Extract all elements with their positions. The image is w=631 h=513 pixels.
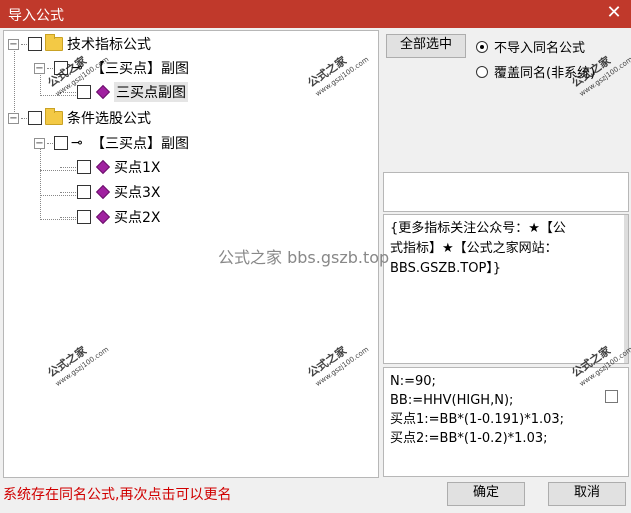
title-bar: 导入公式 ✕ <box>0 0 631 28</box>
code-line: 买点2:=BB*(1-0.2)*1.03; <box>390 431 548 446</box>
formula-diamond-icon <box>95 209 111 225</box>
description-line: {更多指标关注公众号：★【公 <box>390 221 566 236</box>
window-title: 导入公式 <box>8 8 64 24</box>
code-line: BB:=HHV(HIGH,N); <box>390 393 514 408</box>
collapse-icon[interactable]: − <box>8 112 19 124</box>
empty-panel <box>383 172 629 212</box>
status-message: 系统存在同名公式,再次点击可以更名 <box>3 487 232 503</box>
tree-node-label: 买点1X <box>114 160 161 176</box>
radio-unselected[interactable] <box>476 65 488 78</box>
checkbox[interactable] <box>28 37 42 51</box>
formula-diamond-icon <box>95 84 111 100</box>
tree-node-buy2[interactable]: 买点2X <box>60 207 161 227</box>
formula-diamond-icon <box>95 184 111 200</box>
description-line: BBS.GSZB.TOP】} <box>390 261 502 276</box>
tree-node-tech-indicator[interactable]: − 技术指标公式 <box>8 34 151 54</box>
folder-icon <box>45 108 63 125</box>
no-import-same-name-option[interactable]: 不导入同名公式 <box>476 37 585 56</box>
tree-node-label: 条件选股公式 <box>67 111 151 127</box>
tree-node-stock-selection[interactable]: − 条件选股公式 <box>8 108 151 128</box>
cancel-button[interactable]: 取消 <box>548 482 626 506</box>
checkbox[interactable] <box>28 111 42 125</box>
tree-node-label: 买点3X <box>114 185 161 201</box>
tree-node-label: 【三买点】副图 <box>91 136 189 152</box>
select-all-button[interactable]: 全部选中 <box>386 34 466 58</box>
code-checkbox[interactable] <box>605 390 618 403</box>
checkbox[interactable] <box>54 136 68 150</box>
description-line: 式指标】★【公式之家网站： <box>390 241 558 256</box>
formula-diamond-icon <box>95 159 111 175</box>
formula-description: {更多指标关注公众号：★【公 式指标】★【公式之家网站： BBS.GSZB.TO… <box>383 214 629 364</box>
tree-node-label: 三买点副图 <box>114 82 188 102</box>
checkbox[interactable] <box>77 210 91 224</box>
radio-selected[interactable] <box>476 40 488 53</box>
tree-node-label: 买点2X <box>114 210 161 226</box>
watermark-center: 公式之家 bbs.gszb.top <box>218 248 390 267</box>
ok-button[interactable]: 确定 <box>447 482 525 506</box>
code-line: 买点1:=BB*(1-0.191)*1.03; <box>390 412 565 427</box>
option-label: 不导入同名公式 <box>494 41 586 56</box>
key-icon: ⊸ <box>71 135 83 151</box>
collapse-icon[interactable]: − <box>8 38 19 50</box>
checkbox[interactable] <box>77 85 91 99</box>
tree-node-buy3[interactable]: 买点3X <box>60 182 161 202</box>
tree-node-label: 技术指标公式 <box>67 37 151 53</box>
folder-icon <box>45 34 63 51</box>
close-icon[interactable]: ✕ <box>603 2 625 24</box>
collapse-icon[interactable]: − <box>34 137 45 149</box>
checkbox[interactable] <box>77 185 91 199</box>
collapse-icon[interactable]: − <box>34 62 45 74</box>
tree-node-sanmaidian-subchart-2[interactable]: − ⊸ 【三买点】副图 <box>34 133 189 153</box>
tree-node-buy1[interactable]: 买点1X <box>60 157 161 177</box>
checkbox[interactable] <box>77 160 91 174</box>
